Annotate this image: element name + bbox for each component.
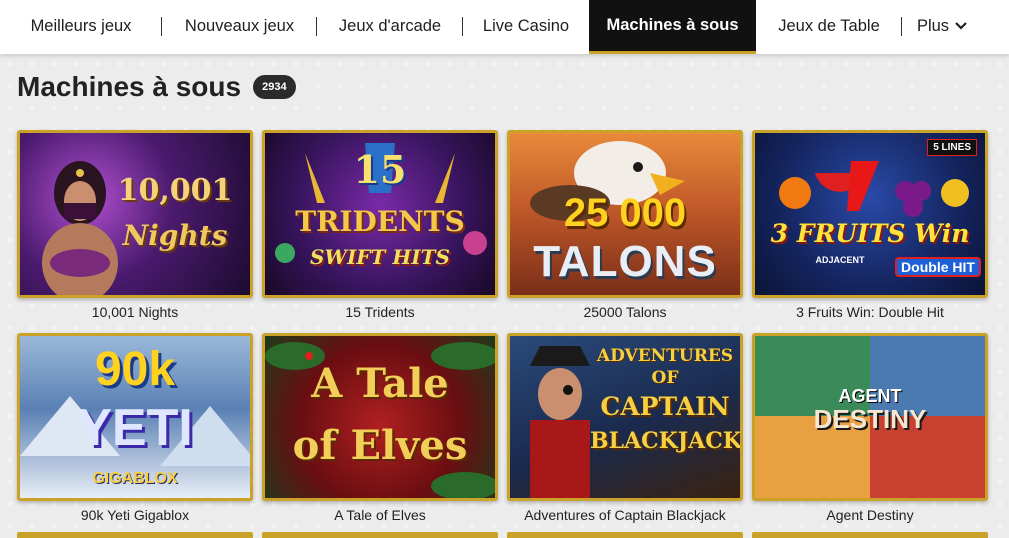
game-tile[interactable]: 25 000 TALONS 25000 Talons bbox=[507, 130, 743, 320]
game-name[interactable]: 25000 Talons bbox=[507, 304, 743, 320]
game-thumbnail[interactable]: A Tale of Elves bbox=[262, 333, 498, 501]
nav-item-nouveaux-jeux[interactable]: Nouveaux jeux bbox=[162, 0, 317, 52]
next-row-tile-edge bbox=[17, 532, 253, 538]
nav-label: Plus bbox=[916, 16, 950, 35]
top-navigation: Meilleurs jeux Nouveaux jeux Jeux d'arca… bbox=[0, 0, 1009, 54]
game-count-badge: 2934 bbox=[253, 75, 296, 99]
game-tile[interactable]: A Tale of Elves A Tale of Elves bbox=[262, 333, 498, 523]
game-art-line1: ADVENTURES bbox=[596, 346, 734, 366]
game-name[interactable]: 10,001 Nights bbox=[17, 304, 253, 320]
game-art-line2: OF bbox=[651, 368, 679, 388]
game-art-title: TALONS bbox=[533, 237, 717, 286]
nav-item-live-casino[interactable]: Live Casino bbox=[463, 0, 589, 52]
game-thumbnail[interactable]: AGENT DESTINY bbox=[752, 333, 988, 501]
nav-label: Jeux de Table bbox=[778, 16, 880, 35]
nav-label: Machines à sous bbox=[606, 16, 739, 34]
game-art-subtitle: DESTINY bbox=[813, 404, 927, 434]
game-art-line4: BLACKJACK bbox=[590, 428, 742, 454]
game-art-number: 25 000 bbox=[563, 191, 687, 235]
next-row-tile-edge bbox=[752, 532, 988, 538]
next-row-tile-edge bbox=[262, 532, 498, 538]
nav-label: Nouveaux jeux bbox=[184, 16, 295, 35]
nav-label: Live Casino bbox=[482, 16, 570, 35]
game-tile[interactable]: ADVENTURES OF CAPTAIN BLACKJACK Adventur… bbox=[507, 333, 743, 523]
game-tile[interactable]: 15 TRIDENTS SWIFT HITS 15 Tridents bbox=[262, 130, 498, 320]
page-title: Machines à sous bbox=[17, 71, 242, 102]
game-art-badge: Double HIT bbox=[895, 257, 981, 277]
nav-item-jeux-arcade[interactable]: Jeux d'arcade bbox=[317, 0, 463, 52]
nav-label: Meilleurs jeux bbox=[30, 16, 132, 35]
game-art-title: TRIDENTS bbox=[295, 205, 465, 238]
game-thumbnail[interactable]: 25 000 TALONS bbox=[507, 130, 743, 298]
game-tile[interactable]: 10,001 Nights 10,001 Nights bbox=[17, 130, 253, 320]
game-art-title: 3 FRUITS Win bbox=[770, 219, 970, 248]
dancer-illustration bbox=[42, 161, 118, 295]
game-name[interactable]: 15 Tridents bbox=[262, 304, 498, 320]
nav-item-machines-a-sous[interactable]: Machines à sous bbox=[589, 0, 756, 54]
section-heading: Machines à sous 2934 bbox=[17, 70, 296, 104]
game-thumbnail[interactable]: 5 LINES 3 FRUITS Win ADJACENT Double HIT bbox=[752, 130, 988, 298]
game-art-number: 90k bbox=[94, 343, 176, 396]
game-art-line3: CAPTAIN bbox=[600, 392, 730, 421]
game-name[interactable]: A Tale of Elves bbox=[262, 507, 498, 523]
game-thumbnail[interactable]: ADVENTURES OF CAPTAIN BLACKJACK bbox=[507, 333, 743, 501]
game-tile[interactable]: AGENT DESTINY Agent Destiny bbox=[752, 333, 988, 523]
game-art-title: 10,001 bbox=[117, 173, 233, 208]
game-art-title: YETI bbox=[77, 399, 193, 457]
game-tile[interactable]: 5 LINES 3 FRUITS Win ADJACENT Double HIT… bbox=[752, 130, 988, 320]
game-name[interactable]: 3 Fruits Win: Double Hit bbox=[752, 304, 988, 320]
game-art-number: 15 bbox=[353, 147, 407, 192]
game-art-subtitle: GIGABLOX bbox=[92, 470, 178, 487]
game-art-subtitle: of Elves bbox=[292, 422, 468, 469]
game-thumbnail[interactable]: 10,001 Nights bbox=[17, 130, 253, 298]
game-thumbnail[interactable]: 15 TRIDENTS SWIFT HITS bbox=[262, 130, 498, 298]
nav-label: Jeux d'arcade bbox=[338, 16, 442, 35]
game-name[interactable]: Adventures of Captain Blackjack bbox=[507, 507, 743, 523]
lines-badge: 5 LINES bbox=[927, 139, 977, 156]
game-art-title: A Tale bbox=[311, 360, 449, 407]
chevron-down-icon bbox=[955, 19, 967, 33]
game-thumbnail[interactable]: 90k YETI GIGABLOX bbox=[17, 333, 253, 501]
game-name[interactable]: Agent Destiny bbox=[752, 507, 988, 523]
next-row-tile-edge bbox=[507, 532, 743, 538]
game-art-subtitle: Nights bbox=[122, 219, 228, 252]
game-art-subtitle: SWIFT HITS bbox=[310, 245, 450, 269]
nav-item-jeux-de-table[interactable]: Jeux de Table bbox=[756, 0, 902, 52]
nav-item-plus[interactable]: Plus bbox=[902, 0, 982, 52]
game-name[interactable]: 90k Yeti Gigablox bbox=[17, 507, 253, 523]
game-tile[interactable]: 90k YETI GIGABLOX 90k Yeti Gigablox bbox=[17, 333, 253, 523]
nav-item-meilleurs-jeux[interactable]: Meilleurs jeux bbox=[0, 0, 162, 52]
